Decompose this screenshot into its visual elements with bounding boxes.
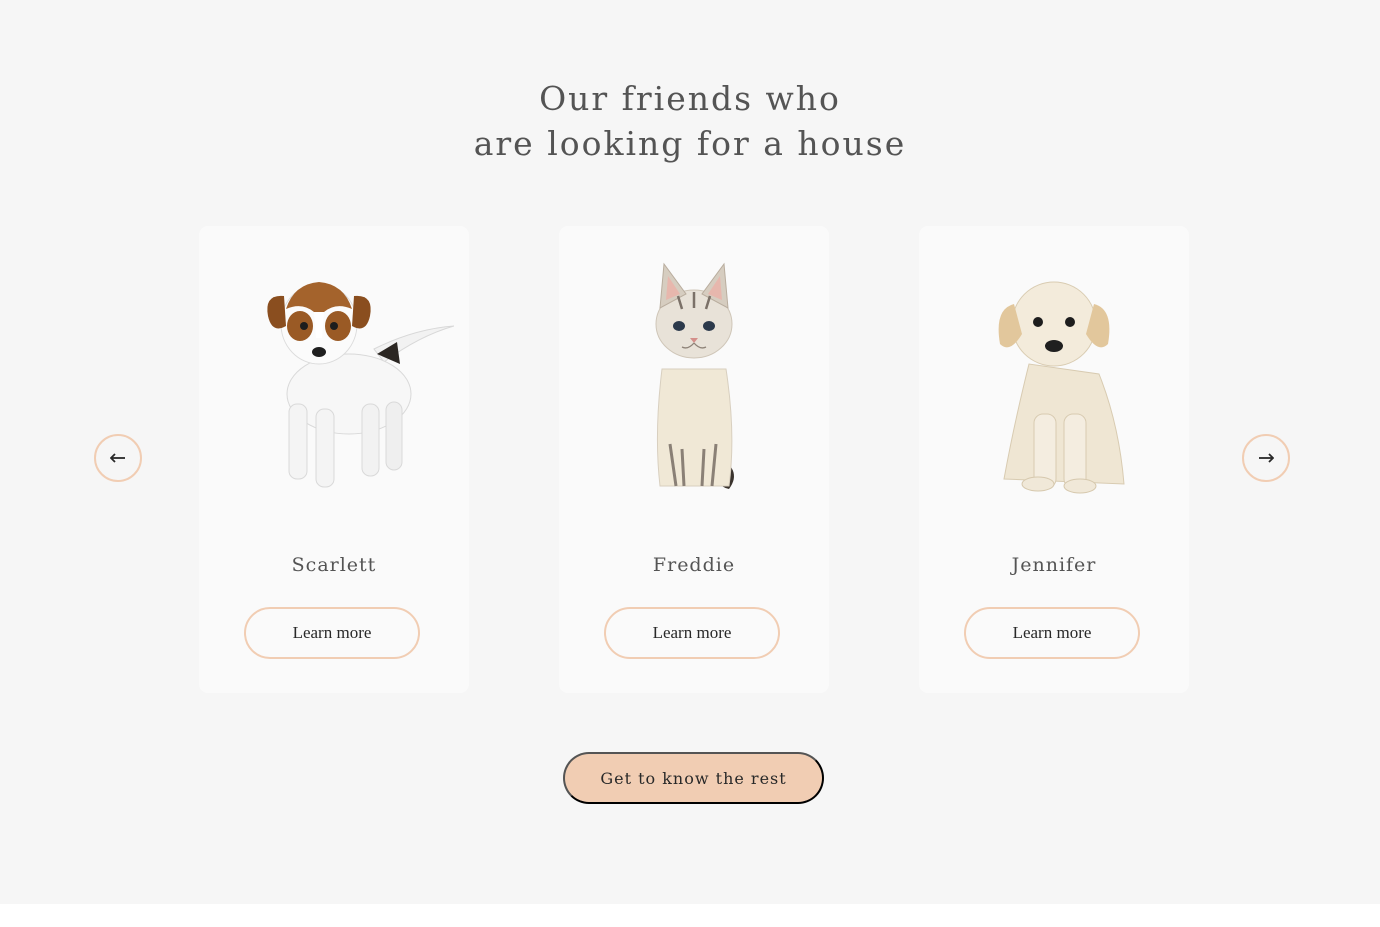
pet-photo-golden-retriever-puppy — [998, 281, 1125, 494]
section-title-line-2: are looking for a house — [473, 124, 907, 163]
pets-section: Our friends who are looking for a house — [0, 0, 1380, 904]
slider-prev-button[interactable] — [94, 434, 142, 482]
section-title: Our friends who are looking for a house — [0, 76, 1380, 166]
learn-more-button[interactable]: Learn more — [244, 607, 420, 659]
pet-name: Freddie — [652, 554, 736, 576]
section-title-line-1: Our friends who — [539, 79, 841, 118]
pet-name: Jennifer — [1011, 554, 1097, 576]
slider-next-button[interactable] — [1242, 434, 1290, 482]
pet-card-scarlett[interactable]: Scarlett Learn more — [199, 226, 469, 693]
learn-more-button[interactable]: Learn more — [604, 607, 780, 659]
pet-name: Scarlett — [291, 554, 377, 576]
learn-more-button[interactable]: Learn more — [964, 607, 1140, 659]
pet-photo-tabby-kitten — [655, 262, 734, 489]
get-to-know-the-rest-button[interactable]: Get to know the rest — [563, 752, 824, 804]
arrow-left-icon — [110, 453, 125, 463]
pet-card-jennifer[interactable]: Jennifer Learn more — [919, 226, 1189, 693]
pet-photo-jack-russell-puppy — [267, 282, 454, 488]
arrow-right-icon — [1259, 453, 1274, 463]
pet-card-freddie[interactable]: Freddie Learn more — [559, 226, 829, 693]
